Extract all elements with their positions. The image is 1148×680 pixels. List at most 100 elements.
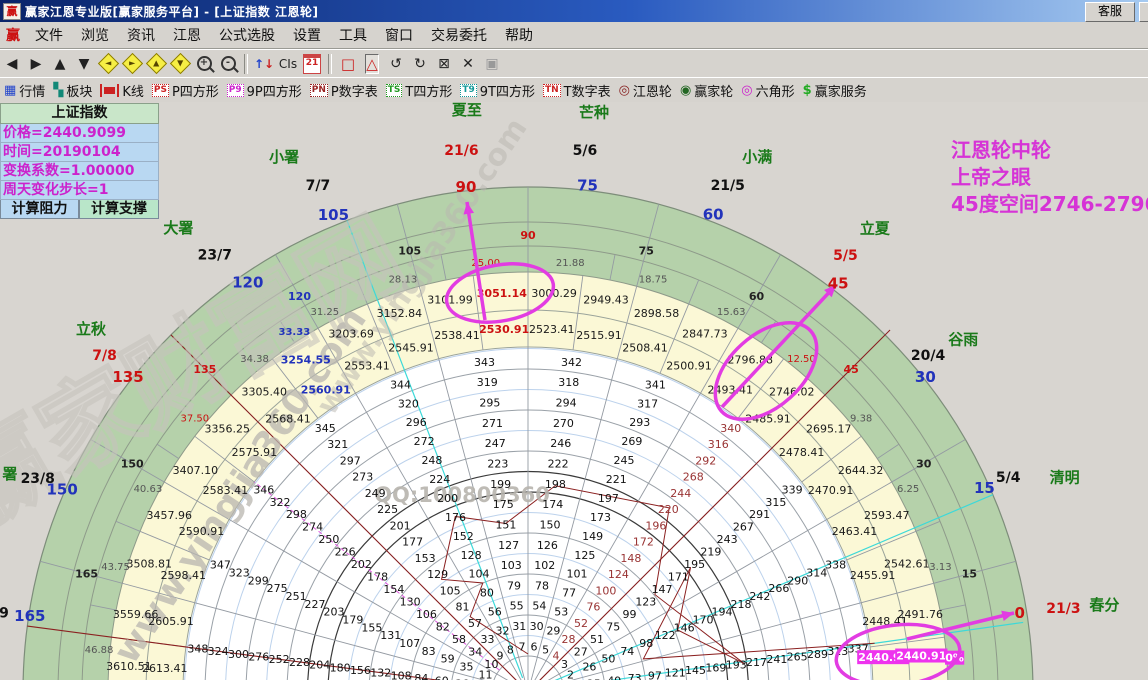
bankuai-button[interactable]: ▚板块: [53, 81, 92, 100]
t9-icon: T9: [460, 84, 476, 97]
svg-text:194: 194: [712, 606, 733, 619]
pan-down-button[interactable]: ▼: [169, 53, 191, 75]
menu-bar: 赢 文件浏览资讯江恩公式选股设置工具窗口交易委托帮助: [0, 22, 1148, 49]
menu-item-7[interactable]: 工具: [330, 23, 376, 47]
calc-support-button[interactable]: 计算支撑: [79, 200, 159, 219]
svg-text:219: 219: [700, 546, 721, 559]
svg-text:314: 314: [806, 566, 827, 579]
svg-text:344: 344: [390, 378, 411, 391]
9t-square-button[interactable]: T99T四方形: [460, 81, 535, 100]
svg-text:338: 338: [825, 559, 846, 572]
forward-button[interactable]: ▶: [25, 53, 47, 75]
t-table-button[interactable]: TNT数字表: [543, 81, 611, 100]
svg-text:203: 203: [323, 606, 344, 619]
calc-resistance-button[interactable]: 计算阻力: [0, 200, 79, 219]
rotate-ccw-icon: ↺: [390, 56, 402, 72]
rotate-cw-button[interactable]: ↻: [409, 53, 431, 75]
svg-text:120: 120: [288, 290, 311, 303]
pan-left-button[interactable]: ◄: [97, 53, 119, 75]
gann-wheel-button[interactable]: ◎江恩轮: [619, 81, 672, 100]
svg-text:123: 123: [635, 596, 656, 609]
menu-item-9[interactable]: 交易委托: [422, 23, 496, 47]
svg-text:7: 7: [518, 640, 525, 653]
rotate-ccw-button[interactable]: ↺: [385, 53, 407, 75]
svg-text:180: 180: [330, 661, 351, 674]
menu-item-1[interactable]: 文件: [26, 23, 72, 47]
svg-text:273: 273: [352, 471, 373, 484]
svg-text:28: 28: [561, 633, 575, 646]
svg-text:QQ:100800360: QQ:100800360: [374, 483, 550, 507]
svg-text:296: 296: [406, 416, 427, 429]
collapse-button[interactable]: ✕: [457, 53, 479, 75]
forum-button[interactable]: 论坛: [1139, 2, 1148, 22]
back-button[interactable]: ◀: [1, 53, 23, 75]
updown-button[interactable]: ↑↓: [253, 53, 275, 75]
kline-button[interactable]: K线: [100, 81, 144, 100]
svg-text:3: 3: [561, 658, 568, 671]
square-tool-button[interactable]: □: [337, 53, 359, 75]
svg-text:145: 145: [685, 664, 706, 677]
easel-button[interactable]: ▣: [481, 53, 503, 75]
svg-text:153: 153: [415, 552, 436, 565]
svg-text:夏至: 夏至: [451, 102, 482, 119]
svg-text:105: 105: [318, 206, 349, 224]
svg-text:195: 195: [684, 558, 705, 571]
pan-up-button[interactable]: ▲: [145, 53, 167, 75]
menu-item-10[interactable]: 帮助: [496, 23, 542, 47]
svg-text:3305.40: 3305.40: [242, 385, 288, 398]
svg-text:8: 8: [507, 644, 514, 657]
collapse-icon: ✕: [462, 56, 474, 72]
svg-text:2644.32: 2644.32: [838, 464, 884, 477]
9p-square-button[interactable]: P99P四方形: [227, 81, 302, 100]
service-button[interactable]: $赢家服务: [803, 81, 867, 100]
p-square-button[interactable]: PSP四方形: [152, 81, 219, 100]
svg-text:130: 130: [400, 596, 421, 609]
customer-service-button[interactable]: 客服: [1085, 2, 1135, 22]
svg-text:98: 98: [639, 637, 653, 650]
menu-item-6[interactable]: 设置: [284, 23, 330, 47]
yingjia-wheel-button[interactable]: ◉赢家轮: [680, 81, 733, 100]
svg-text:266: 266: [768, 582, 789, 595]
triangle-tool-button[interactable]: △: [361, 53, 383, 75]
calendar-button[interactable]: 21: [301, 53, 323, 75]
menu-item-8[interactable]: 窗口: [376, 23, 422, 47]
svg-text:58: 58: [452, 633, 466, 646]
coefficient-readout: 变换系数=1.00000: [0, 162, 159, 181]
hangqing-button[interactable]: ▦行情: [4, 81, 45, 100]
svg-text:26: 26: [582, 661, 596, 674]
zoom-out-button[interactable]: -: [217, 53, 239, 75]
svg-text:5/4: 5/4: [996, 470, 1021, 486]
menu-item-5[interactable]: 公式选股: [210, 23, 284, 47]
menu-item-2[interactable]: 浏览: [72, 23, 118, 47]
hexagon-button[interactable]: ◎六角形: [741, 81, 794, 100]
rotate-up-button[interactable]: ▲: [49, 53, 71, 75]
menu-item-3[interactable]: 资讯: [118, 23, 164, 47]
p-table-button[interactable]: PNP数字表: [310, 81, 378, 100]
svg-text:46.88: 46.88: [85, 645, 114, 656]
svg-text:251: 251: [286, 590, 307, 603]
svg-text:217: 217: [746, 656, 767, 669]
zoom-in-button[interactable]: +: [193, 53, 215, 75]
svg-text:249: 249: [365, 487, 386, 500]
menu-item-4[interactable]: 江恩: [164, 23, 210, 47]
svg-text:173: 173: [590, 511, 611, 524]
box-x-button[interactable]: ⊠: [433, 53, 455, 75]
svg-text:101: 101: [566, 568, 587, 581]
svg-text:2568.41: 2568.41: [265, 412, 311, 425]
svg-text:79: 79: [507, 579, 521, 592]
svg-text:15.63: 15.63: [717, 307, 746, 318]
svg-text:2500.91: 2500.91: [666, 360, 712, 373]
cis-button[interactable]: CIs: [277, 53, 299, 75]
t-square-button[interactable]: TST四方形: [386, 81, 453, 100]
svg-text:154: 154: [383, 583, 404, 596]
svg-text:341: 341: [645, 378, 666, 391]
svg-text:290: 290: [787, 574, 808, 587]
svg-text:131: 131: [380, 629, 401, 642]
svg-text:132: 132: [370, 667, 391, 680]
cis-icon: CIs: [279, 57, 297, 71]
svg-text:120: 120: [232, 274, 263, 292]
rotate-down-button[interactable]: ▼: [73, 53, 95, 75]
pan-right-button[interactable]: ►: [121, 53, 143, 75]
svg-text:20/4: 20/4: [911, 348, 946, 364]
quote-panel-title: 上证指数: [0, 103, 159, 124]
